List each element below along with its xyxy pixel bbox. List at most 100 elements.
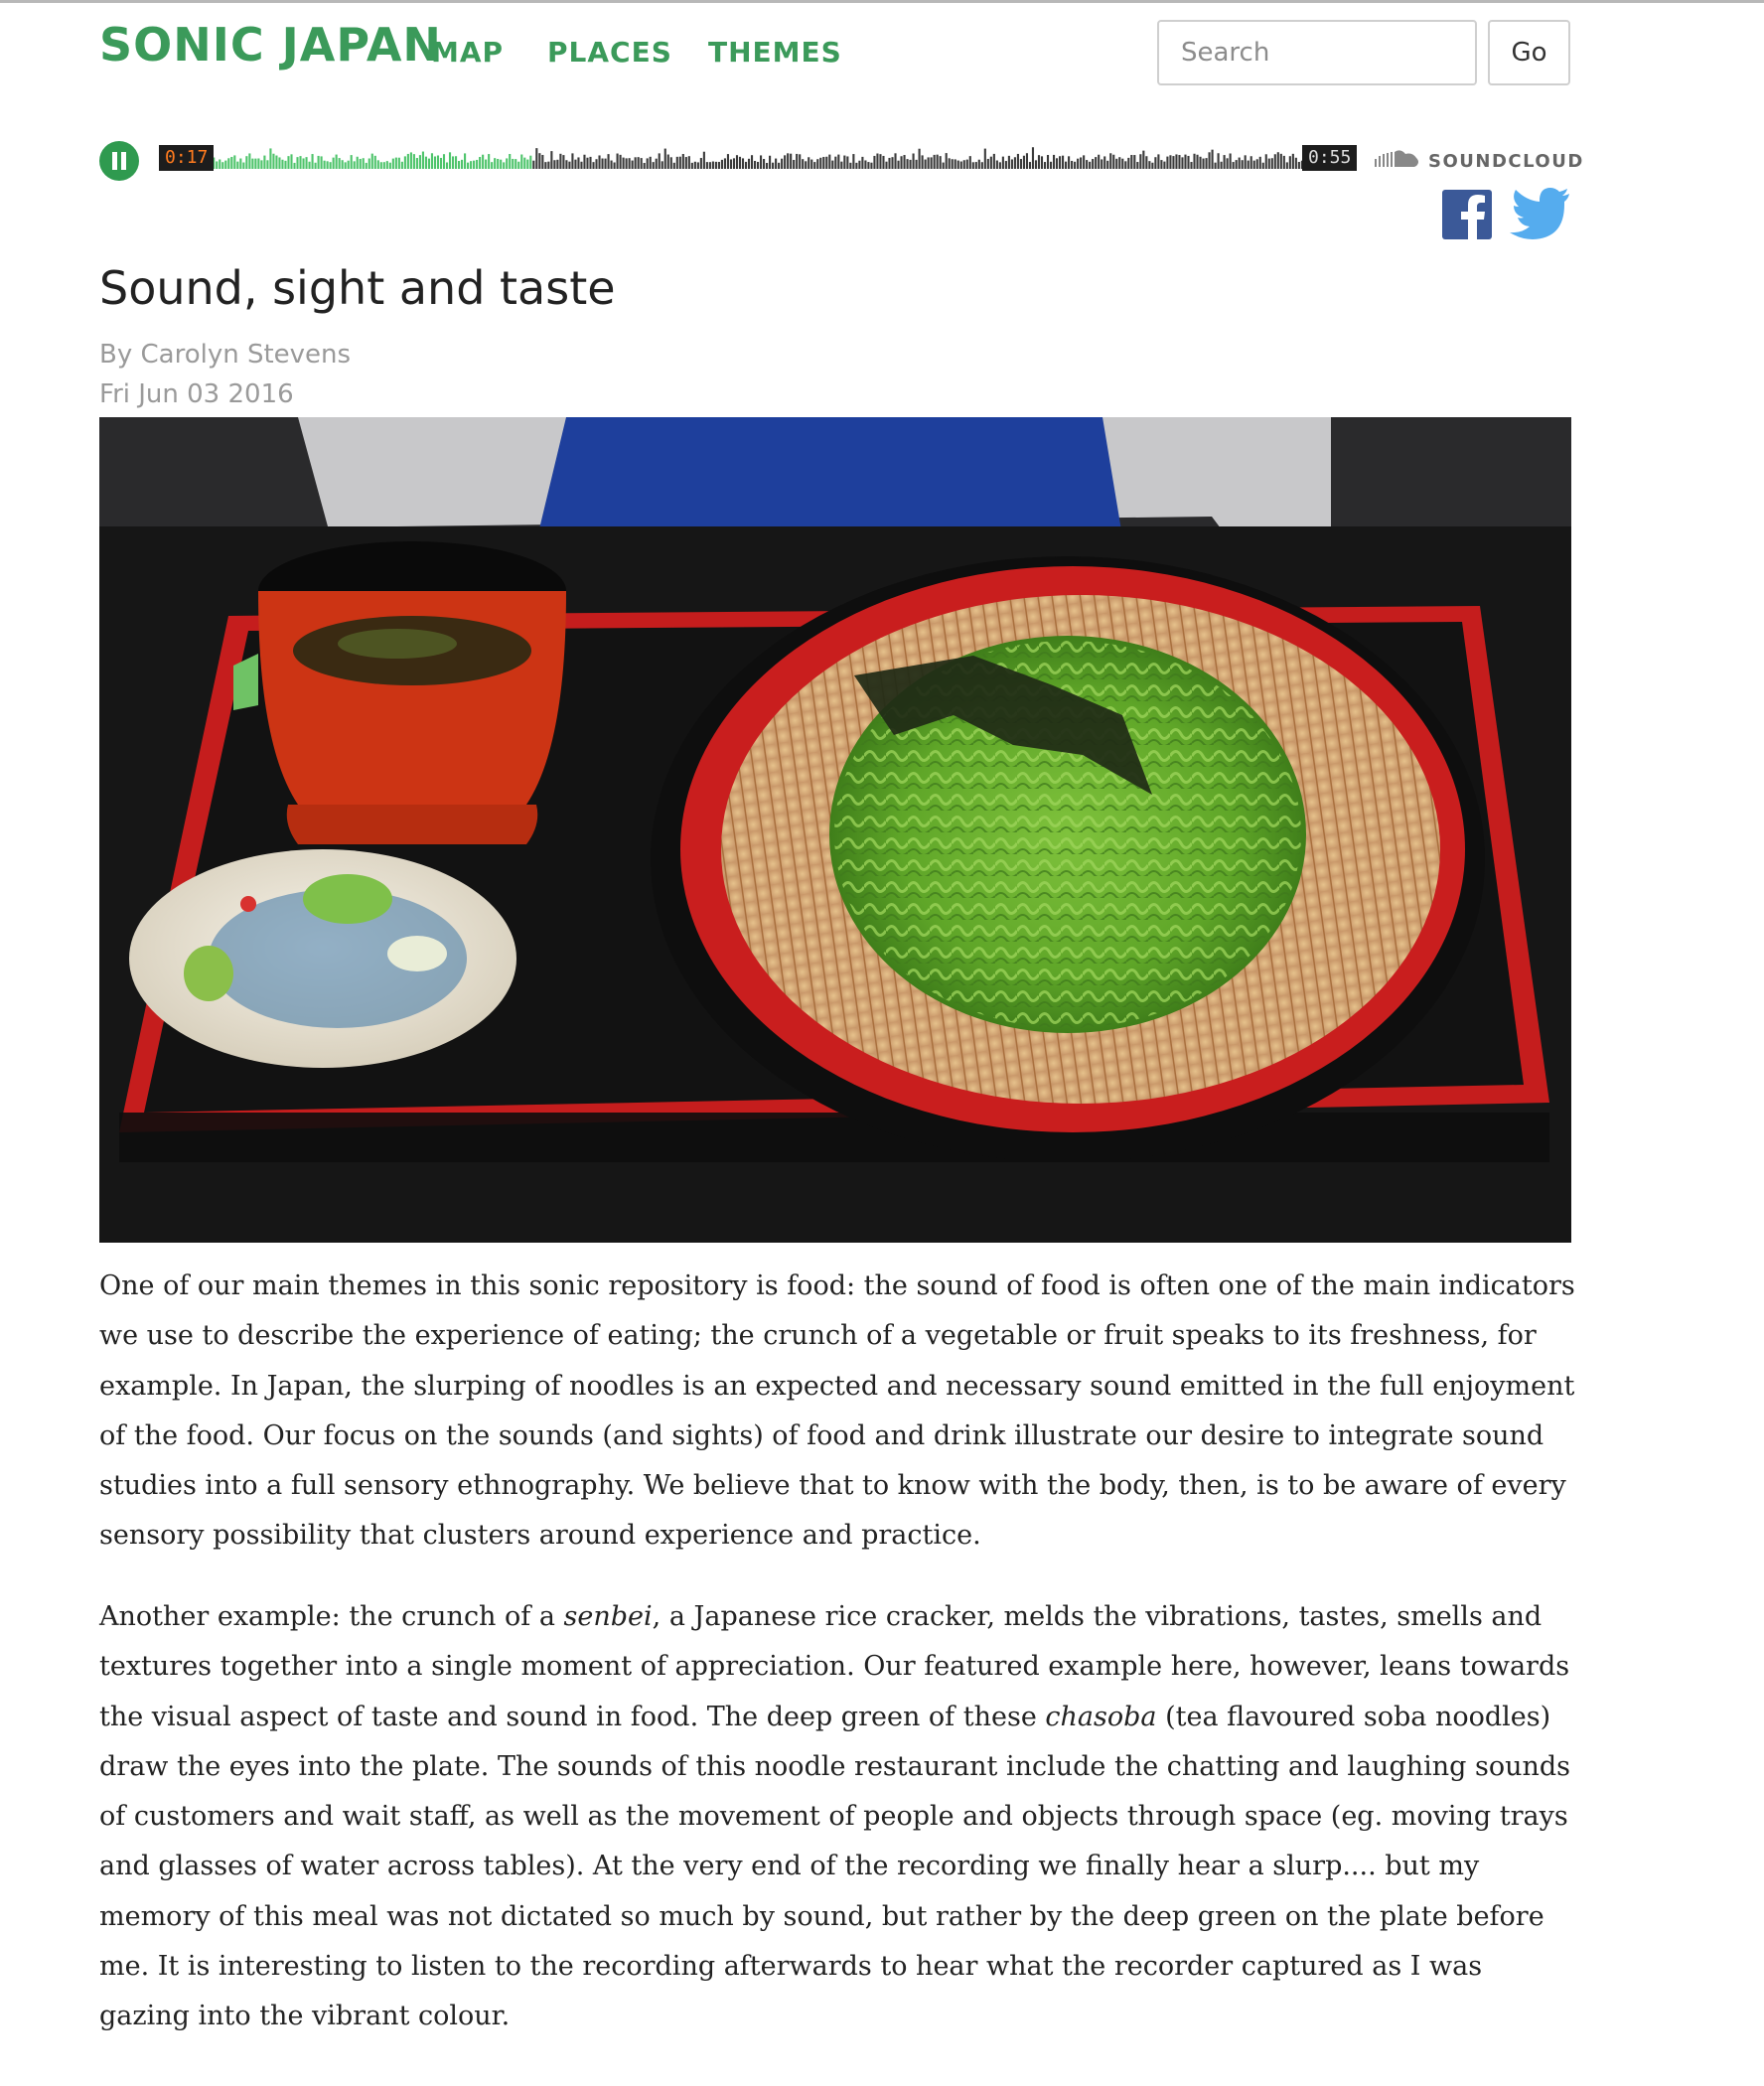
waveform-bar: [1124, 161, 1127, 169]
waveform-bar: [601, 158, 604, 169]
waveform-bar: [790, 153, 793, 169]
article-title: Sound, sight and taste: [99, 261, 616, 315]
waveform-bar: [1092, 159, 1095, 169]
waveform-bar: [610, 160, 613, 169]
waveform-bar: [388, 162, 391, 169]
waveform-bar: [619, 154, 622, 169]
waveform-bar: [1062, 155, 1065, 169]
waveform-bar: [448, 152, 452, 169]
waveform-bar: [350, 155, 353, 169]
waveform-bar: [473, 160, 476, 169]
waveform-bar: [251, 158, 254, 169]
waveform-bar: [1187, 155, 1190, 169]
facebook-icon[interactable]: [1442, 190, 1492, 239]
waveform-bar: [302, 158, 305, 169]
waveform-bar: [1142, 150, 1145, 169]
waveform-bar: [1130, 154, 1133, 169]
waveform-bar: [1010, 159, 1013, 169]
waveform-bar: [921, 155, 924, 169]
waveform-bar: [382, 162, 385, 169]
nav-map[interactable]: MAP: [431, 36, 504, 69]
waveform-bar: [924, 159, 927, 169]
waveform-bar: [646, 158, 649, 169]
soundcloud-link[interactable]: SOUNDCLOUD: [1428, 151, 1584, 172]
waveform-bar: [1247, 160, 1250, 169]
waveform-bar: [541, 154, 544, 169]
waveform-bar: [305, 157, 308, 169]
waveform-bar: [726, 154, 730, 169]
waveform-bar: [403, 156, 406, 169]
go-button[interactable]: Go: [1488, 20, 1570, 85]
waveform-bar: [373, 155, 376, 169]
waveform-bar: [412, 154, 415, 169]
site-logo[interactable]: SONIC JAPAN: [99, 18, 442, 72]
waveform-bar: [772, 162, 775, 169]
soundcloud-icon[interactable]: [1375, 149, 1420, 169]
waveform-bar: [1196, 154, 1199, 169]
nav-places[interactable]: PLACES: [547, 36, 672, 69]
waveform-bar: [230, 156, 233, 169]
waveform-bar: [577, 157, 580, 169]
waveform-bar: [855, 162, 858, 169]
waveform-bar: [816, 159, 819, 169]
waveform-bar: [813, 162, 816, 169]
waveform-bar: [476, 159, 479, 169]
waveform-bar: [1052, 154, 1056, 169]
waveform-scrubber[interactable]: [159, 141, 1355, 181]
waveform-bar: [430, 153, 434, 169]
waveform-bar: [482, 154, 485, 169]
waveform-bar: [616, 153, 619, 169]
waveform-bar: [544, 162, 547, 169]
article-author[interactable]: By Carolyn Stevens: [99, 340, 351, 370]
waveform-bar: [846, 156, 849, 169]
waveform-bar: [254, 158, 257, 169]
waveform-bar: [1040, 156, 1044, 169]
waveform-bar: [864, 160, 867, 169]
waveform-bar: [272, 153, 275, 169]
waveform-bar: [529, 155, 532, 169]
waveform-bar: [799, 154, 802, 169]
waveform-bar: [1220, 161, 1223, 169]
waveform-bar: [242, 162, 245, 169]
waveform-bar: [523, 157, 526, 169]
waveform-bar: [1223, 155, 1226, 169]
waveform-bar: [766, 163, 769, 169]
waveform-bar: [810, 159, 813, 169]
nav-themes[interactable]: THEMES: [708, 36, 842, 69]
waveform-bar: [1071, 160, 1074, 169]
waveform-bar: [906, 159, 909, 169]
waveform-bar: [834, 156, 837, 169]
waveform-bar: [980, 162, 983, 169]
waveform-bar: [942, 162, 945, 169]
waveform-bar: [338, 158, 341, 169]
pause-button[interactable]: [99, 141, 139, 181]
waveform-bar: [1145, 156, 1148, 169]
waveform-bar: [1112, 154, 1115, 169]
waveform-bar: [1217, 153, 1220, 169]
waveform-bar: [553, 160, 556, 169]
waveform-bar: [1235, 160, 1238, 169]
waveform-bar: [888, 157, 891, 169]
waveform-bar: [690, 162, 693, 169]
waveform-bar: [684, 157, 687, 169]
waveform-bar: [655, 158, 658, 169]
waveform-bar: [822, 156, 825, 169]
waveform-bar: [930, 157, 933, 169]
search-input[interactable]: [1157, 20, 1477, 85]
twitter-icon[interactable]: [1508, 187, 1571, 242]
waveform-bar: [329, 162, 332, 169]
waveform-bar: [998, 162, 1001, 169]
waveform-bar: [479, 157, 482, 169]
waveform-bar: [1016, 153, 1019, 169]
waveform-bar: [589, 156, 592, 169]
waveform-bar: [580, 161, 583, 169]
waveform-bar: [216, 161, 219, 169]
waveform-bar: [458, 161, 461, 169]
waveform-bar: [454, 156, 458, 169]
waveform-bar: [568, 161, 571, 169]
waveform-bar: [362, 158, 365, 169]
waveform-bar: [376, 160, 379, 169]
waveform-bar: [356, 156, 359, 169]
waveform-bar: [409, 152, 412, 169]
waveform-bar: [787, 153, 790, 169]
